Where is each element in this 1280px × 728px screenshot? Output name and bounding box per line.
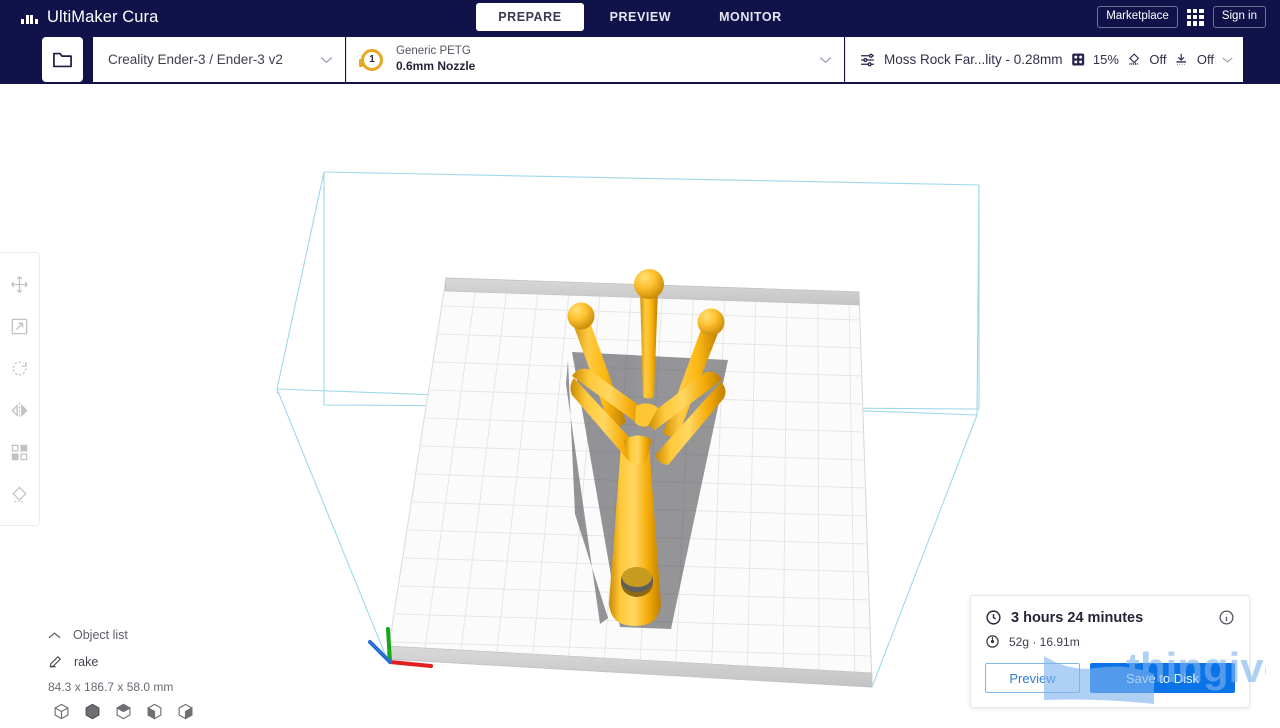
- model-tools-rail[interactable]: [0, 252, 40, 526]
- print-time-row: 3 hours 24 minutes: [985, 609, 1235, 626]
- info-icon[interactable]: [1218, 609, 1235, 626]
- apps-grid-icon[interactable]: [1186, 8, 1204, 26]
- support-blocker-icon: [12, 485, 27, 502]
- view-front[interactable]: [81, 700, 103, 722]
- object-list-header[interactable]: Object list: [48, 625, 173, 645]
- material-name: Generic PETG: [396, 45, 471, 58]
- cube-front-icon: [85, 703, 99, 719]
- cube-top-icon: [115, 703, 131, 719]
- adhesion-value: Off: [1196, 52, 1214, 67]
- axis-z: [386, 627, 392, 664]
- cube-right-icon: [178, 703, 192, 720]
- support-blocker-tool[interactable]: [0, 473, 40, 515]
- material-selector[interactable]: 1 Generic PETG 0.6mm Nozzle: [346, 37, 844, 82]
- print-actions: Preview Save to Disk: [985, 663, 1235, 693]
- ultimaker-logo-icon: [21, 10, 38, 24]
- move-tool[interactable]: [0, 263, 40, 305]
- infill-icon: [1071, 53, 1084, 66]
- open-file-button[interactable]: [42, 37, 83, 82]
- support-icon: [1129, 53, 1140, 65]
- scale-tool[interactable]: [0, 305, 40, 347]
- chevron-down-icon[interactable]: [320, 56, 333, 64]
- object-dimensions: 84.3 x 186.7 x 58.0 mm: [48, 680, 174, 694]
- tab-preview[interactable]: PREVIEW: [588, 3, 694, 31]
- print-time-value: 3 hours 24 minutes: [1011, 609, 1144, 626]
- view-3d[interactable]: [50, 700, 72, 722]
- chevron-up-icon: [48, 631, 61, 638]
- scale-icon: [11, 318, 28, 334]
- tab-prepare[interactable]: PREPARE: [476, 3, 584, 31]
- per-model-settings-tool[interactable]: [0, 431, 40, 473]
- view-left[interactable]: [143, 700, 165, 722]
- preview-button[interactable]: Preview: [985, 663, 1080, 693]
- spool-icon: [986, 635, 999, 648]
- object-name: rake: [74, 655, 99, 669]
- mirror-icon: [11, 402, 28, 418]
- list-item[interactable]: rake: [48, 650, 173, 674]
- view-mode-bar[interactable]: [50, 700, 196, 722]
- nozzle-size: 0.6mm Nozzle: [396, 59, 476, 74]
- adhesion-icon: [1176, 53, 1187, 65]
- chevron-down-icon[interactable]: [819, 56, 832, 64]
- print-info-card: 3 hours 24 minutes 52g · 16.91m Preview …: [970, 595, 1250, 708]
- mesh-type-icon: [49, 656, 61, 668]
- print-settings-selector[interactable]: Moss Rock Far...lity - 0.28mm 15% Off Of…: [845, 37, 1243, 82]
- axis-x: [388, 660, 433, 668]
- cube-left-icon: [147, 703, 161, 720]
- material-info: Generic PETG 0.6mm Nozzle: [396, 44, 819, 74]
- extruder-badge: 1: [359, 48, 383, 71]
- move-icon: [11, 275, 28, 293]
- support-value: Off: [1149, 52, 1167, 67]
- rotate-icon: [12, 361, 27, 375]
- rotate-tool[interactable]: [0, 347, 40, 389]
- object-list-panel[interactable]: Object list rake 84.3 x 186.7 x 58.0 mm: [48, 625, 173, 694]
- folder-icon: [53, 52, 72, 67]
- sign-in-button[interactable]: Sign in: [1212, 5, 1266, 29]
- app-title: UltiMaker Cura: [47, 7, 159, 26]
- sliders-icon: [861, 53, 874, 66]
- account-area: Marketplace Sign in: [1097, 0, 1266, 34]
- view-right[interactable]: [174, 700, 196, 722]
- material-usage-value: 52g · 16.91m: [1009, 634, 1080, 649]
- print-profile-name: Moss Rock Far...lity - 0.28mm: [883, 52, 1063, 67]
- machine-name: Creality Ender-3 / Ender-3 v2: [108, 52, 283, 67]
- cube-wireframe-icon: [54, 703, 68, 719]
- per-model-settings-icon: [11, 444, 28, 460]
- clock-icon: [986, 610, 1001, 625]
- material-usage-row: 52g · 16.91m: [985, 634, 1235, 649]
- marketplace-button[interactable]: Marketplace: [1097, 5, 1178, 29]
- machine-selector[interactable]: Creality Ender-3 / Ender-3 v2: [93, 37, 345, 82]
- save-to-disk-button[interactable]: Save to Disk: [1090, 663, 1235, 693]
- mirror-tool[interactable]: [0, 389, 40, 431]
- app-brand: UltiMaker Cura: [21, 8, 158, 27]
- chevron-down-icon[interactable]: [1222, 56, 1233, 64]
- tab-monitor[interactable]: MONITOR: [697, 3, 804, 31]
- object-list-title: Object list: [73, 628, 128, 642]
- view-top[interactable]: [112, 700, 134, 722]
- infill-value: 15%: [1092, 52, 1119, 67]
